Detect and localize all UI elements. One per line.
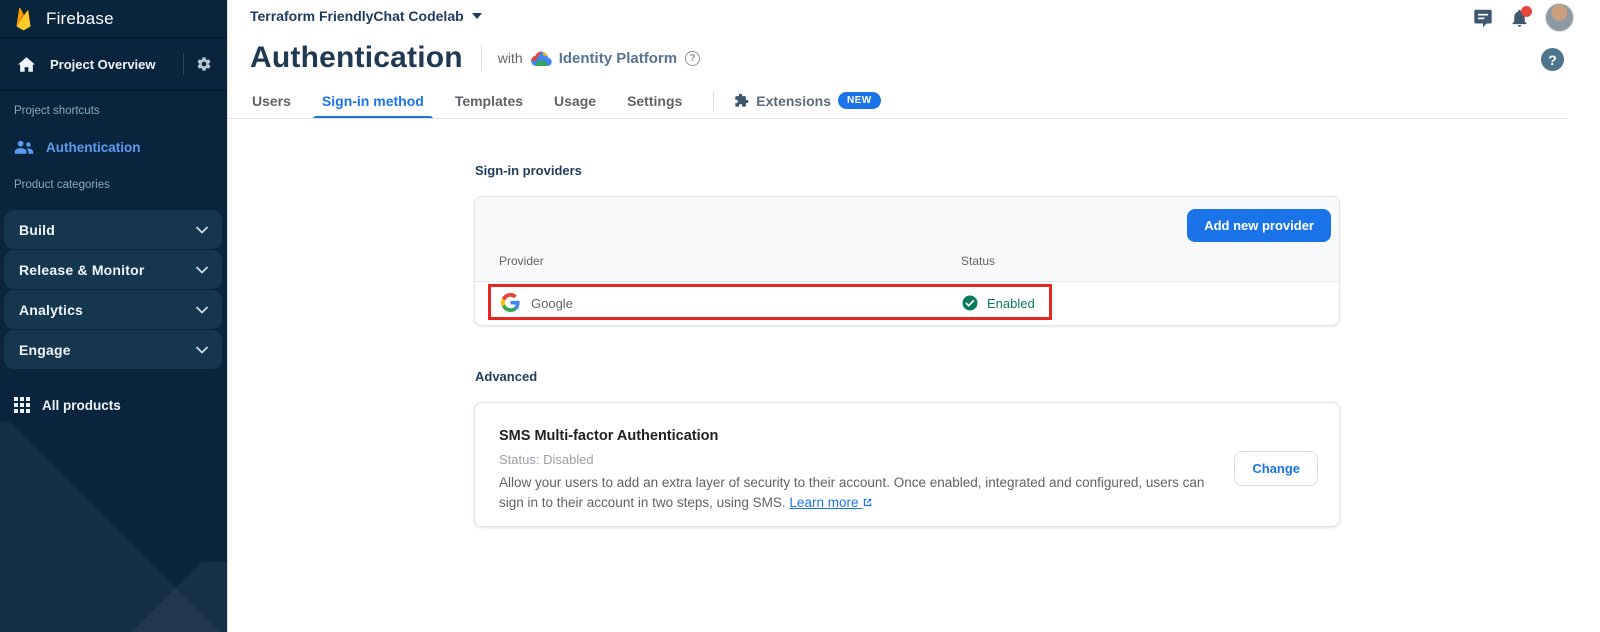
product-categories-label: Product categories [14, 179, 110, 191]
provider-column-header: Provider [499, 254, 544, 268]
advanced-heading: Advanced [475, 369, 537, 384]
sidebar-item-authentication[interactable]: Authentication [0, 132, 228, 162]
title-divider [481, 45, 482, 71]
page-title: Authentication [250, 41, 463, 75]
chevron-down-icon [196, 306, 208, 314]
external-link-icon [862, 497, 873, 508]
question-mark: ? [1548, 52, 1557, 68]
caret-down-icon [472, 13, 482, 19]
all-products-label: All products [42, 398, 121, 413]
tabs-divider [713, 91, 714, 111]
firebase-logo-icon [14, 6, 33, 31]
chevron-down-icon [196, 346, 208, 354]
project-selector[interactable]: Terraform FriendlyChat Codelab [250, 8, 482, 24]
brand-name: Firebase [46, 9, 114, 29]
gcp-cloud-icon [531, 50, 552, 67]
notifications-bell-icon[interactable] [1509, 7, 1530, 29]
release-notes-icon[interactable] [1472, 7, 1494, 29]
tab-settings[interactable]: Settings [627, 93, 682, 118]
status-text: Enabled [987, 296, 1035, 311]
sidebar-item-all-products[interactable]: All products [0, 390, 228, 420]
grid-icon [14, 397, 30, 413]
providers-card: Add new provider Provider Status Google … [474, 196, 1340, 326]
sms-title: SMS Multi-factor Authentication [499, 428, 718, 444]
tab-extensions[interactable]: Extensions NEW [734, 92, 880, 118]
sidebar-category-analytics[interactable]: Analytics [4, 290, 222, 329]
info-question-icon[interactable]: ? [685, 51, 700, 66]
topbar-icons [1472, 3, 1574, 32]
chevron-down-icon [196, 266, 208, 274]
status-column-header: Status [961, 254, 995, 268]
divider [183, 53, 184, 75]
project-overview-label: Project Overview [50, 57, 183, 72]
google-logo-icon [501, 293, 520, 312]
chevron-down-icon [196, 226, 208, 234]
people-icon [14, 140, 34, 155]
avatar[interactable] [1545, 3, 1574, 32]
category-label: Engage [19, 342, 71, 358]
sidebar-item-project-overview[interactable]: Project Overview [0, 38, 227, 91]
tab-usage[interactable]: Usage [554, 93, 596, 118]
category-label: Analytics [19, 302, 83, 318]
category-label: Build [19, 222, 55, 238]
add-new-provider-button[interactable]: Add new provider [1187, 209, 1331, 242]
status-check-icon [961, 294, 979, 312]
settings-gear-icon[interactable] [196, 56, 212, 72]
home-icon [18, 57, 35, 72]
tab-users[interactable]: Users [252, 93, 291, 118]
notification-dot [1521, 6, 1532, 17]
tab-bar: Users Sign-in method Templates Usage Set… [252, 91, 881, 119]
project-name: Terraform FriendlyChat Codelab [250, 8, 464, 24]
main-content: Terraform FriendlyChat Codelab Authentic… [228, 0, 1600, 632]
learn-more-label: Learn more [789, 495, 858, 510]
category-label: Release & Monitor [19, 262, 145, 278]
change-button[interactable]: Change [1234, 451, 1318, 486]
tab-templates[interactable]: Templates [455, 93, 523, 118]
extensions-label: Extensions [756, 93, 831, 109]
sms-description: Allow your users to add an extra layer o… [499, 473, 1217, 513]
sms-mfa-card: SMS Multi-factor Authentication Status: … [474, 402, 1340, 527]
firebase-brand[interactable]: Firebase [0, 0, 227, 38]
sidebar: Firebase Project Overview Project shortc… [0, 0, 228, 632]
tabs-bottom-divider [228, 118, 1568, 119]
tab-sign-in-method[interactable]: Sign-in method [322, 93, 424, 118]
status-cell: Enabled [961, 294, 1035, 312]
with-label: with [498, 50, 523, 66]
signin-providers-heading: Sign-in providers [475, 163, 582, 178]
extensions-icon [734, 93, 749, 108]
title-row: Authentication with Identity Platform ? [250, 41, 700, 75]
provider-row[interactable]: Google Enabled [475, 282, 1339, 325]
sms-status: Status: Disabled [499, 452, 594, 467]
sidebar-category-build[interactable]: Build [4, 210, 222, 249]
new-badge: NEW [838, 92, 881, 109]
provider-name: Google [531, 296, 573, 311]
help-button[interactable]: ? [1541, 48, 1564, 71]
sidebar-category-engage[interactable]: Engage [4, 330, 222, 369]
learn-more-link[interactable]: Learn more [789, 495, 873, 510]
sidebar-category-release-monitor[interactable]: Release & Monitor [4, 250, 222, 289]
project-shortcuts-label: Project shortcuts [14, 105, 100, 117]
identity-platform-label: Identity Platform [559, 50, 677, 67]
sidebar-item-label: Authentication [46, 140, 141, 155]
